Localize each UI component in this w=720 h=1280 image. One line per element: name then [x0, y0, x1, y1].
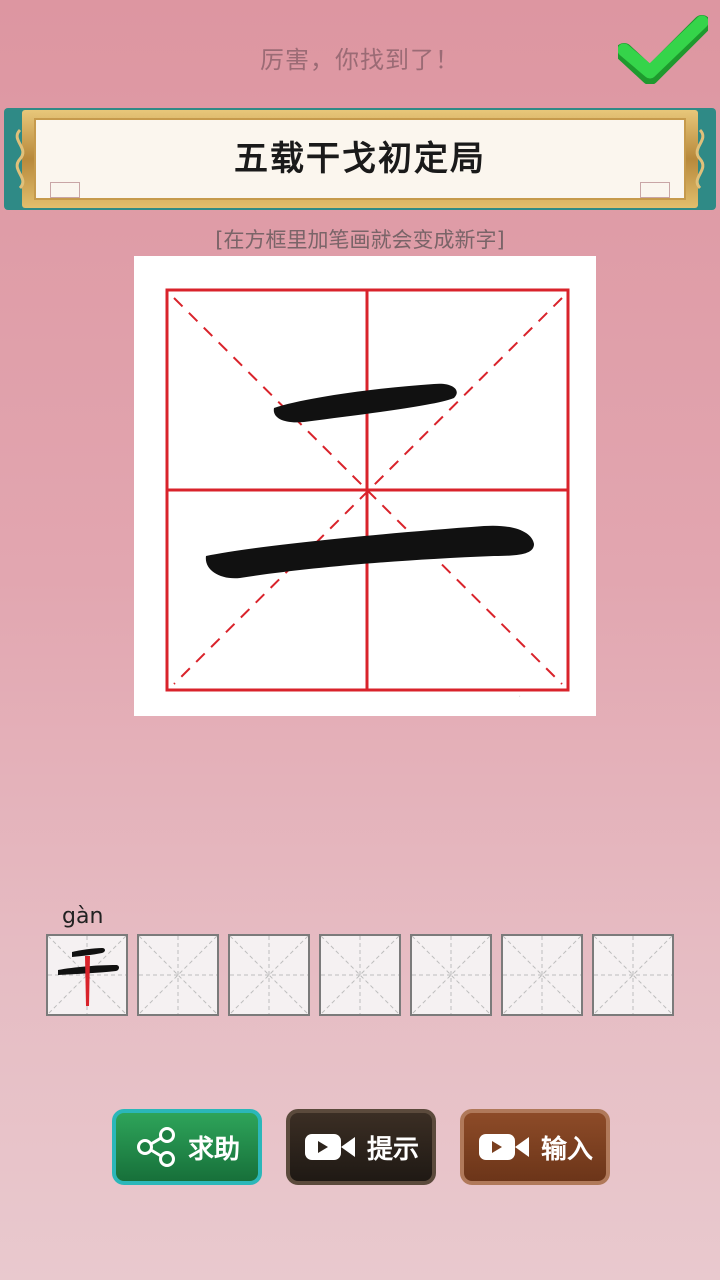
status-message: 厉害，你找到了！: [260, 46, 460, 74]
seal-stamp-left: [50, 182, 80, 198]
answer-slot-empty[interactable]: [501, 934, 583, 1016]
slot-grid: [411, 935, 491, 1015]
answer-slot-empty[interactable]: [410, 934, 492, 1016]
slot-grid: [593, 935, 673, 1015]
slot-grid: [47, 935, 127, 1015]
base-character-strokes: [205, 383, 534, 579]
slot-grid: [502, 935, 582, 1015]
seal-stamp-right: [640, 182, 670, 198]
level-title: 五载干戈初定局: [234, 139, 486, 179]
video-icon: [304, 1134, 355, 1160]
answer-pinyin: gàn: [62, 904, 104, 929]
character-grid: ·: [165, 288, 570, 703]
slot-grid: [229, 935, 309, 1015]
answer-slots: [46, 934, 686, 1016]
video-icon: [478, 1134, 529, 1160]
hint-button[interactable]: 提示: [286, 1109, 436, 1185]
help-button[interactable]: 求助: [112, 1109, 262, 1185]
hint-button-label: 提示: [366, 1134, 419, 1165]
answer-slot-filled[interactable]: [46, 934, 128, 1016]
answer-slot-empty[interactable]: [319, 934, 401, 1016]
help-button-label: 求助: [187, 1134, 240, 1165]
input-button[interactable]: 输入: [460, 1109, 610, 1185]
answer-slot-empty[interactable]: [137, 934, 219, 1016]
answer-slot-empty[interactable]: [228, 934, 310, 1016]
puzzle-board[interactable]: ·: [134, 256, 596, 716]
level-title-banner: 五载干戈初定局: [4, 108, 716, 210]
slot-grid: [320, 935, 400, 1015]
share-icon: [136, 1127, 175, 1167]
instruction-text: [在方框里加笔画就会变成新字]: [215, 228, 505, 252]
answer-slot-empty[interactable]: [592, 934, 674, 1016]
input-button-label: 输入: [540, 1134, 593, 1165]
svg-text:·: ·: [518, 692, 521, 703]
banner-ornament-left: [15, 128, 25, 190]
banner-ornament-right: [695, 128, 705, 190]
check-icon: [618, 15, 708, 84]
slot-grid: [138, 935, 218, 1015]
